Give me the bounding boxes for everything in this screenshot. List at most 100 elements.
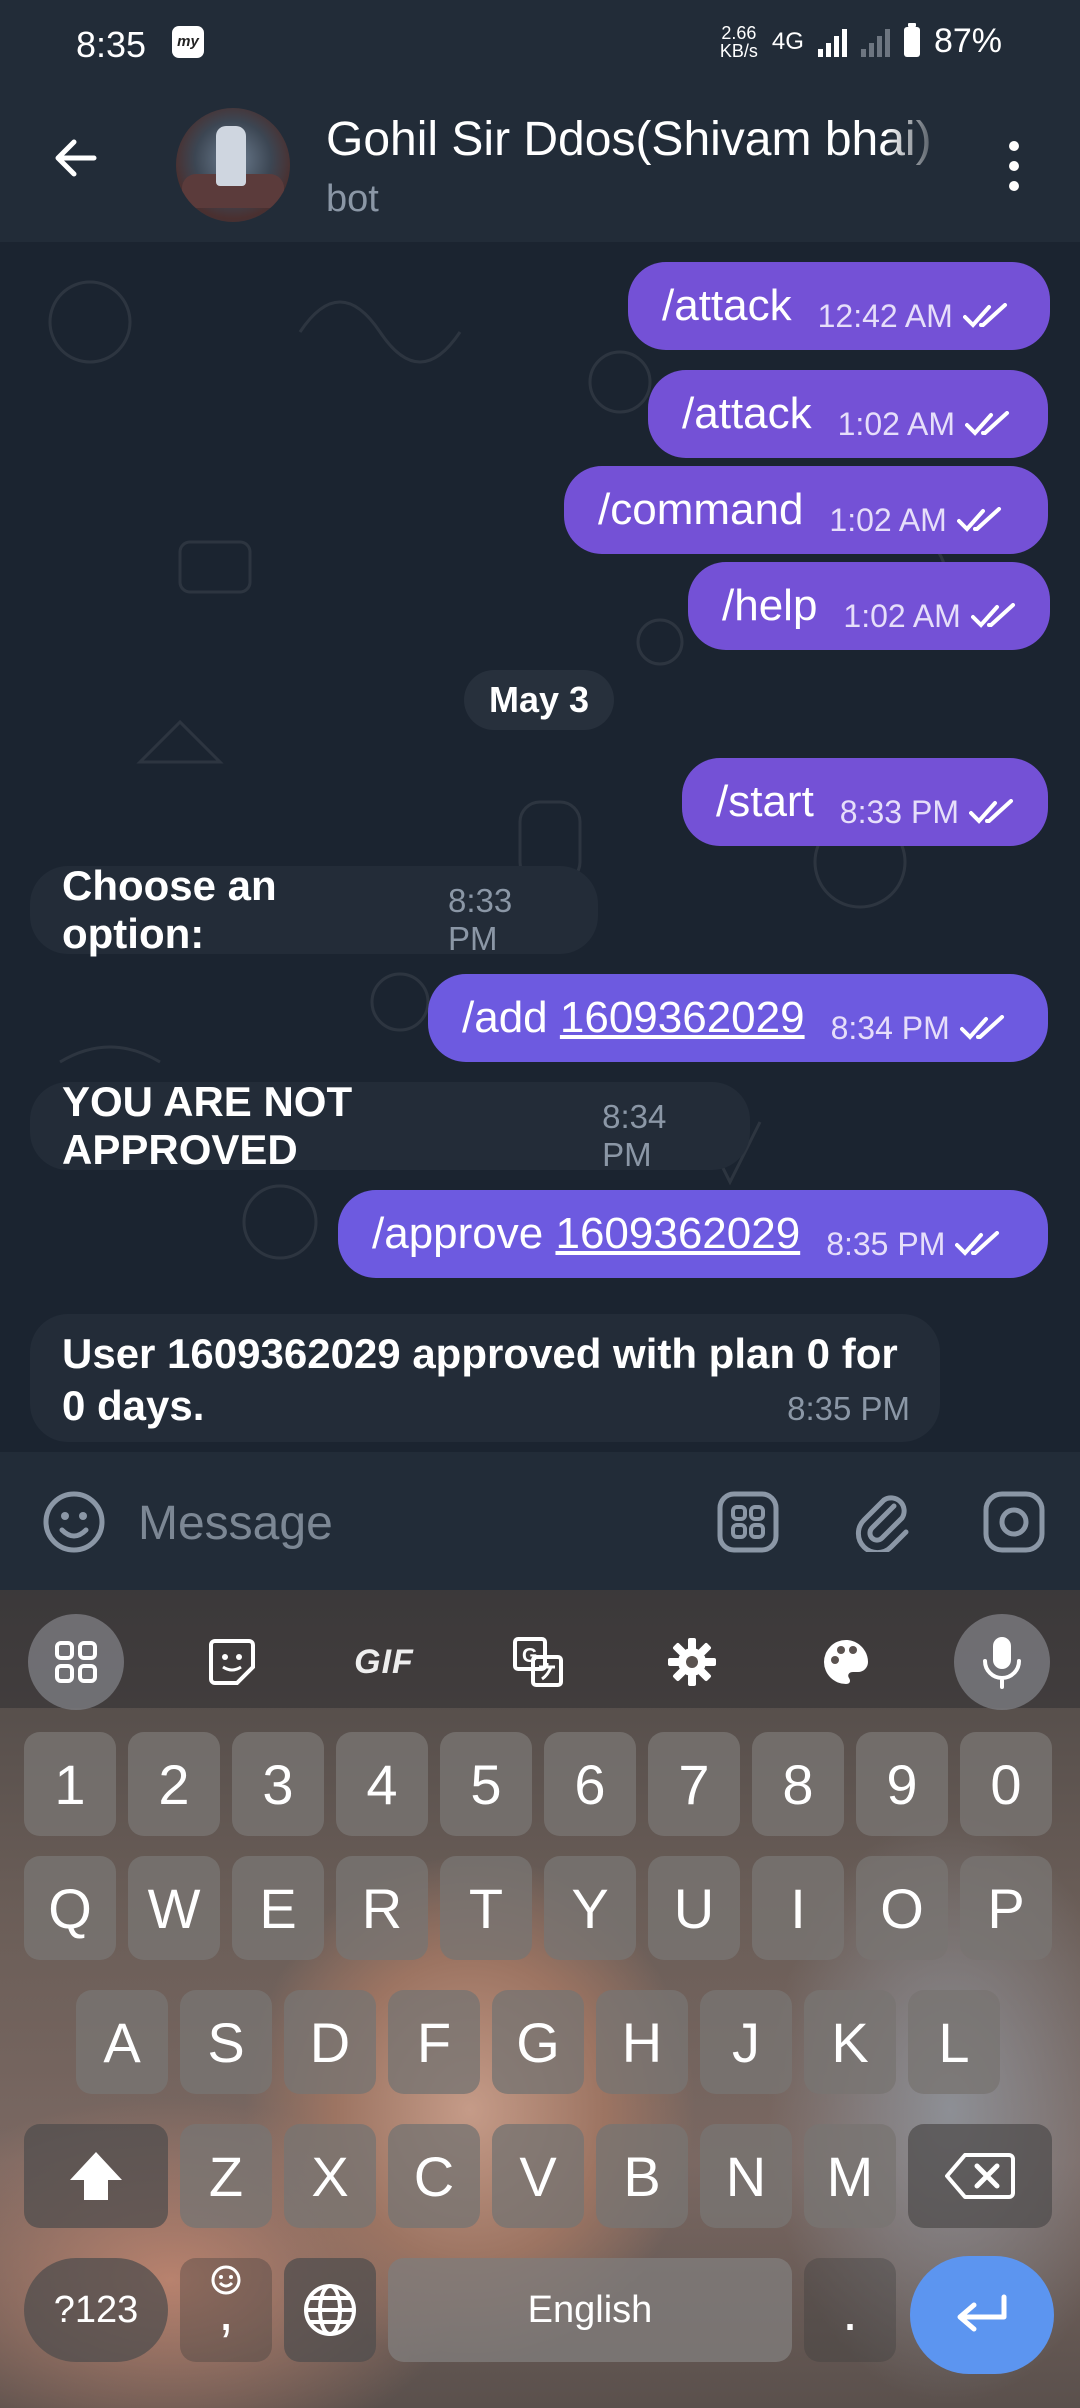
key-d[interactable]: D xyxy=(284,1990,376,2094)
attach-icon[interactable] xyxy=(850,1488,914,1552)
double-check-icon xyxy=(962,303,1007,328)
period-key[interactable]: . xyxy=(804,2258,896,2362)
camera-icon[interactable] xyxy=(982,1490,1046,1554)
key-z[interactable]: Z xyxy=(180,2124,272,2228)
user-id-link[interactable]: 1609362029 xyxy=(555,1209,800,1258)
backspace-icon xyxy=(945,2153,1015,2199)
message-text: /approve 1609362029 xyxy=(372,1209,800,1259)
key-7[interactable]: 7 xyxy=(648,1732,740,1836)
key-s[interactable]: S xyxy=(180,1990,272,2094)
settings-gear-icon[interactable] xyxy=(644,1614,740,1710)
key-k[interactable]: K xyxy=(804,1990,896,2094)
key-0[interactable]: 0 xyxy=(960,1732,1052,1836)
status-time: 8:35 xyxy=(76,24,147,65)
battery-level: 87% xyxy=(933,22,1002,60)
battery-icon xyxy=(903,22,920,57)
message-outgoing[interactable]: /attack 12:42 AM xyxy=(628,262,1050,350)
user-id-link[interactable]: 1609362029 xyxy=(560,993,805,1042)
chat-area[interactable]: /attack 12:42 AM /attack 1:02 AM /comman… xyxy=(0,242,1080,1452)
key-6[interactable]: 6 xyxy=(544,1732,636,1836)
translate-icon[interactable]: G xyxy=(490,1614,586,1710)
key-4[interactable]: 4 xyxy=(336,1732,428,1836)
key-3[interactable]: 3 xyxy=(232,1732,324,1836)
key-j[interactable]: J xyxy=(700,1990,792,2094)
key-o[interactable]: O xyxy=(856,1856,948,1960)
symbols-key[interactable]: ?123 xyxy=(24,2258,168,2362)
microphone-icon[interactable] xyxy=(954,1614,1050,1710)
message-outgoing[interactable]: /start 8:33 PM xyxy=(682,758,1048,846)
space-bar[interactable]: English xyxy=(388,2258,792,2362)
message-outgoing[interactable]: /approve 1609362029 8:35 PM xyxy=(338,1190,1048,1278)
chat-subtitle: bot xyxy=(326,178,379,220)
double-check-icon xyxy=(970,603,1015,628)
key-v[interactable]: V xyxy=(492,2124,584,2228)
message-time: 8:35 PM xyxy=(826,1225,946,1262)
gif-button[interactable]: GIF xyxy=(336,1614,432,1710)
key-p[interactable]: P xyxy=(960,1856,1052,1960)
message-input[interactable]: Message xyxy=(138,1496,333,1551)
message-outgoing[interactable]: /command 1:02 AM xyxy=(564,466,1048,554)
key-w[interactable]: W xyxy=(128,1856,220,1960)
bot-menu-icon[interactable] xyxy=(716,1490,780,1554)
key-9[interactable]: 9 xyxy=(856,1732,948,1836)
key-g[interactable]: G xyxy=(492,1990,584,2094)
message-text: /help xyxy=(722,581,818,630)
key-a[interactable]: A xyxy=(76,1990,168,2094)
enter-key[interactable] xyxy=(910,2256,1054,2374)
app-notification-icon: my xyxy=(172,26,204,58)
key-u[interactable]: U xyxy=(648,1856,740,1960)
key-e[interactable]: E xyxy=(232,1856,324,1960)
message-time: 1:02 AM xyxy=(829,501,947,538)
message-time: 1:02 AM xyxy=(837,405,956,442)
command-text: /add xyxy=(462,993,560,1042)
key-5[interactable]: 5 xyxy=(440,1732,532,1836)
double-check-icon xyxy=(956,507,1001,532)
message-text-line1: User 1609362029 approved with plan 0 for xyxy=(62,1330,898,1377)
message-outgoing[interactable]: /attack 1:02 AM xyxy=(648,370,1048,458)
key-x[interactable]: X xyxy=(284,2124,376,2228)
language-key[interactable] xyxy=(284,2258,376,2362)
message-text: Choose an option: xyxy=(62,862,277,957)
key-y[interactable]: Y xyxy=(544,1856,636,1960)
status-bar: 8:35 my 2.66 KB/s 4G 87% xyxy=(0,0,1080,86)
key-q[interactable]: Q xyxy=(24,1856,116,1960)
keyboard: GIF G 1 2 3 4 5 6 7 8 9 0 Q W E R T Y U … xyxy=(0,1590,1080,2408)
message-text: /start xyxy=(716,777,814,826)
key-t[interactable]: T xyxy=(440,1856,532,1960)
double-check-icon xyxy=(968,799,1013,824)
key-b[interactable]: B xyxy=(596,2124,688,2228)
message-incoming[interactable]: Choose an option: 8:33 PM xyxy=(30,862,598,957)
message-outgoing[interactable]: /help 1:02 AM xyxy=(688,562,1050,650)
key-2[interactable]: 2 xyxy=(128,1732,220,1836)
speed-unit: KB/s xyxy=(719,40,758,61)
key-h[interactable]: H xyxy=(596,1990,688,2094)
backspace-key[interactable] xyxy=(908,2124,1052,2228)
status-indicators: 2.66 KB/s 4G 87% xyxy=(720,22,1002,61)
double-check-icon xyxy=(955,1231,1000,1256)
avatar[interactable] xyxy=(176,108,290,222)
chat-title[interactable]: Gohil Sir Ddos(Shivam bhai) xyxy=(326,112,946,167)
key-r[interactable]: R xyxy=(336,1856,428,1960)
message-incoming[interactable]: YOU ARE NOT APPROVED 8:34 PM xyxy=(30,1078,750,1173)
message-time: 1:02 AM xyxy=(843,597,961,634)
key-1[interactable]: 1 xyxy=(24,1732,116,1836)
key-m[interactable]: M xyxy=(804,2124,896,2228)
back-arrow-icon[interactable] xyxy=(48,130,104,186)
message-incoming[interactable]: User 1609362029 approved with plan 0 for… xyxy=(30,1314,940,1442)
apps-grid-icon[interactable] xyxy=(28,1614,124,1710)
emoji-small-icon xyxy=(211,2265,241,2295)
key-f[interactable]: F xyxy=(388,1990,480,2094)
message-text: /command xyxy=(598,485,804,534)
message-outgoing[interactable]: /add 1609362029 8:34 PM xyxy=(428,974,1048,1062)
key-l[interactable]: L xyxy=(908,1990,1000,2094)
theme-palette-icon[interactable] xyxy=(798,1614,894,1710)
emoji-icon[interactable] xyxy=(42,1490,106,1554)
shift-key[interactable] xyxy=(24,2124,168,2228)
key-8[interactable]: 8 xyxy=(752,1732,844,1836)
sticker-icon[interactable] xyxy=(184,1614,280,1710)
double-check-icon xyxy=(959,1015,1004,1040)
key-n[interactable]: N xyxy=(700,2124,792,2228)
key-i[interactable]: I xyxy=(752,1856,844,1960)
more-options-icon[interactable] xyxy=(1000,138,1028,194)
key-c[interactable]: C xyxy=(388,2124,480,2228)
